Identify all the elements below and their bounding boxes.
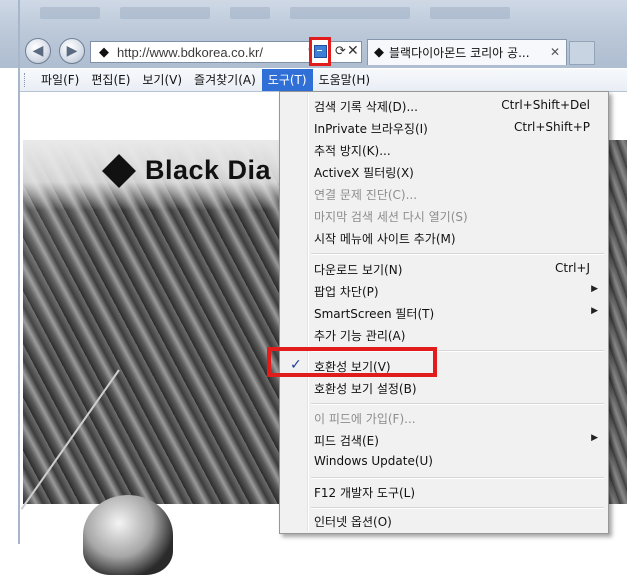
menu-file[interactable]: 파일(F) [35, 69, 85, 91]
site-logo[interactable]: Black Dia [102, 153, 272, 188]
highlight-annotation [267, 347, 437, 377]
menu-separator [311, 507, 604, 509]
menu-favorites[interactable]: 즐겨찾기(A) [188, 69, 262, 91]
submenu-arrow-icon: ▶ [591, 284, 598, 294]
title-bar-blur [40, 7, 100, 19]
forward-arrow-icon: ▶ [66, 43, 78, 59]
menu-item-smartscreen[interactable]: SmartScreen 필터(T) ▶ [282, 302, 606, 324]
menu-item-label: 인터넷 옵션(O) [314, 515, 392, 529]
menu-item-label: SmartScreen 필터(T) [314, 307, 435, 321]
forward-button[interactable]: ▶ [59, 38, 85, 64]
menu-item-label: ActiveX 필터링(X) [314, 166, 414, 180]
menu-item-windows-update[interactable]: Windows Update(U) [282, 451, 606, 473]
menu-item-label: 팝업 차단(P) [314, 285, 379, 299]
title-bar-blur [120, 7, 210, 19]
hero-image [20, 140, 290, 575]
menu-item-label: 연결 문제 진단(C)... [314, 188, 418, 202]
site-logo-text: Black Dia [145, 155, 272, 185]
site-favicon-icon: ◆ [374, 45, 384, 60]
menu-item-label: 추적 방지(K)... [314, 144, 391, 158]
menu-item-label: 마지막 검색 세션 다시 열기(S) [314, 210, 468, 224]
menu-item-tracking-protection[interactable]: 추적 방지(K)... [282, 139, 606, 161]
refresh-icon[interactable]: ⟳ [335, 44, 346, 59]
menu-item-shortcut: Ctrl+Shift+P [514, 120, 590, 134]
menu-bar: 파일(F) 편집(E) 보기(V) 즐겨찾기(A) 도구(T) 도움말(H) [20, 69, 627, 92]
menu-edit[interactable]: 편집(E) [85, 69, 136, 91]
menu-item-label: InPrivate 브라우징(I) [314, 122, 428, 136]
menu-item-shortcut: Ctrl+J [555, 261, 590, 275]
menu-item-label: 검색 기록 삭제(D)... [314, 100, 418, 114]
menu-item-label: 시작 메뉴에 사이트 추가(M) [314, 232, 456, 246]
menu-item-delete-history[interactable]: 검색 기록 삭제(D)... Ctrl+Shift+Del [282, 95, 606, 117]
menu-item-label: 호환성 보기 설정(B) [314, 382, 417, 396]
compatibility-view-icon [313, 45, 327, 58]
menu-item-inprivate[interactable]: InPrivate 브라우징(I) Ctrl+Shift+P [282, 117, 606, 139]
submenu-arrow-icon: ▶ [591, 433, 598, 443]
submenu-arrow-icon: ▶ [591, 306, 598, 316]
browser-title-bar: ◀ ▶ ◆ http://www.bdkorea.co.kr/ ⚲ ▼ ⟳ ✕ … [0, 0, 627, 68]
menu-item-label: 이 피드에 가입(F)... [314, 412, 416, 426]
menu-item-subscribe-feed: 이 피드에 가입(F)... [282, 407, 606, 429]
menu-item-feed-discovery[interactable]: 피드 검색(E) ▶ [282, 429, 606, 451]
rope-graphic [20, 369, 120, 510]
menu-item-label: F12 개발자 도구(L) [314, 486, 416, 500]
browser-tab[interactable]: ◆ 블랙다이아몬드 코리아 공... ✕ [367, 39, 567, 65]
tab-title: 블랙다이아몬드 코리아 공... [389, 46, 530, 60]
tools-menu: 검색 기록 삭제(D)... Ctrl+Shift+Del InPrivate … [279, 91, 609, 534]
menu-separator [311, 403, 604, 405]
title-bar-blur [290, 7, 410, 19]
menu-item-popup-blocker[interactable]: 팝업 차단(P) ▶ [282, 280, 606, 302]
menu-item-shortcut: Ctrl+Shift+Del [501, 98, 590, 112]
menu-bar-grip [24, 73, 29, 87]
stop-icon[interactable]: ✕ [347, 43, 359, 59]
menu-help[interactable]: 도움말(H) [313, 69, 377, 91]
menu-tools[interactable]: 도구(T) [261, 69, 313, 91]
diamond-logo-icon [102, 153, 136, 188]
menu-item-add-to-start[interactable]: 시작 메뉴에 사이트 추가(M) [282, 227, 606, 249]
close-tab-icon[interactable]: ✕ [550, 45, 560, 59]
climber-graphic [83, 495, 173, 575]
back-arrow-icon: ◀ [32, 43, 44, 59]
menu-separator [311, 253, 604, 255]
menu-item-label: 추가 기능 관리(A) [314, 329, 406, 343]
menu-item-diagnose-connection: 연결 문제 진단(C)... [282, 183, 606, 205]
menu-item-compatibility-settings[interactable]: 호환성 보기 설정(B) [282, 377, 606, 399]
title-bar-blur [430, 7, 510, 19]
menu-view[interactable]: 보기(V) [136, 69, 188, 91]
title-bar-blur [230, 7, 270, 19]
menu-item-manage-addons[interactable]: 추가 기능 관리(A) [282, 324, 606, 346]
menu-item-developer-tools[interactable]: F12 개발자 도구(L) [282, 481, 606, 503]
menu-item-label: 다운로드 보기(N) [314, 263, 403, 277]
site-favicon-icon: ◆ [99, 44, 109, 60]
new-tab-button[interactable] [569, 41, 595, 65]
menu-item-label: 피드 검색(E) [314, 434, 379, 448]
back-button[interactable]: ◀ [25, 38, 51, 64]
compatibility-view-button[interactable] [309, 37, 331, 66]
menu-item-activex-filtering[interactable]: ActiveX 필터링(X) [282, 161, 606, 183]
menu-item-label: Windows Update(U) [314, 454, 433, 468]
menu-item-view-downloads[interactable]: 다운로드 보기(N) Ctrl+J [282, 258, 606, 280]
hero-image-edge [608, 140, 627, 504]
menu-item-reopen-session: 마지막 검색 세션 다시 열기(S) [282, 205, 606, 227]
menu-item-internet-options[interactable]: 인터넷 옵션(O) [282, 510, 606, 532]
address-url[interactable]: http://www.bdkorea.co.kr/ [117, 45, 263, 60]
menu-separator [311, 477, 604, 479]
